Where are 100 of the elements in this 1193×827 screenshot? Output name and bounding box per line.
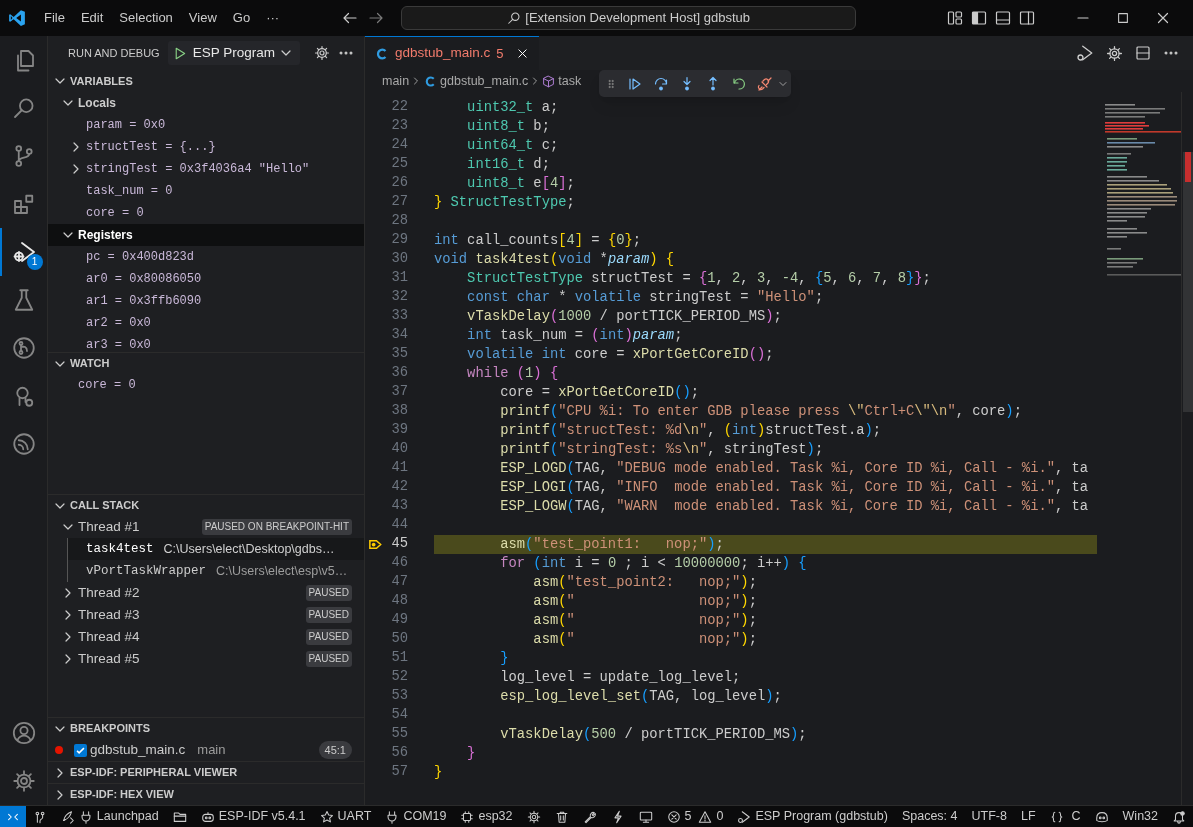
variable-item[interactable]: ar1 = 0x3ffb6090 [86, 292, 202, 310]
menu-item[interactable]: Go [224, 5, 259, 31]
account-icon[interactable] [11, 721, 36, 745]
status-item[interactable]: UART [312, 805, 379, 827]
scope-row[interactable]: Registers [48, 224, 364, 246]
minimap-drawing[interactable] [1105, 104, 1181, 276]
thread-item[interactable]: Thread #4 [78, 626, 140, 648]
settings-icon[interactable] [313, 45, 330, 61]
close-icon[interactable] [1155, 10, 1171, 26]
menu-item[interactable]: Edit [72, 5, 112, 31]
line-number: 23 [390, 117, 408, 136]
menu-item[interactable]: Selection [111, 5, 181, 31]
toggle-secondary-sidebar-icon[interactable] [1019, 10, 1035, 26]
command-center[interactable]: [Extension Development Host] gdbstub [401, 6, 857, 30]
disconnect-icon[interactable] [757, 75, 773, 92]
breadcrumb-item[interactable]: main [382, 71, 410, 91]
variable-item[interactable]: ar0 = 0x80086050 [86, 270, 202, 288]
status-item[interactable]: ESP Program (gdbstub) [730, 805, 895, 827]
stack-frame-row[interactable]: task4test C:\Users\elect\Desktop\gdbs… [67, 538, 364, 560]
panel-title: RUN AND DEBUG [68, 45, 160, 61]
toggle-panel-icon[interactable] [995, 10, 1011, 26]
code-line: const char * volatile stringTest = "Hello"; [466, 290, 824, 305]
variable-item[interactable]: param = 0x0 [86, 116, 166, 134]
split-editor-icon[interactable] [1135, 45, 1151, 61]
section-header[interactable]: CALL STACK [70, 497, 140, 514]
breadcrumb-item[interactable]: gdbstub_main.c [440, 71, 529, 91]
braces-icon [1049, 809, 1064, 824]
menu-item[interactable]: View [180, 5, 225, 31]
status-item[interactable]: Launchpad [53, 805, 166, 827]
status-item[interactable]: Win32 [1115, 805, 1165, 827]
thread-item[interactable]: Thread #5 [78, 648, 140, 670]
search-icon[interactable] [11, 96, 36, 120]
signal-icon[interactable] [11, 432, 36, 456]
breakpoint-file[interactable]: gdbstub_main.c [90, 739, 186, 761]
line-number: 54 [390, 706, 408, 725]
status-item[interactable]: LF [1013, 805, 1043, 827]
step-over-icon[interactable] [653, 75, 669, 92]
toggle-sidebar-icon[interactable] [971, 10, 987, 26]
status-item[interactable]: C [1042, 805, 1088, 827]
scope-label[interactable]: Registers [78, 226, 133, 244]
code-line: } [499, 651, 509, 666]
thread-item[interactable]: Thread #2 [78, 582, 140, 604]
line-number: 22 [390, 98, 408, 117]
extensions-icon[interactable] [11, 192, 36, 216]
thread-state-badge: PAUSED [305, 585, 352, 601]
close-icon[interactable] [515, 47, 529, 60]
variable-item[interactable]: ar2 = 0x0 [86, 314, 151, 332]
layout-icon[interactable] [947, 10, 963, 26]
variable-item[interactable]: task_num = 0 [86, 182, 173, 200]
symbol-icon [542, 74, 556, 88]
menu-item[interactable]: ··· [258, 5, 288, 31]
forward-icon[interactable] [368, 10, 385, 26]
checkbox[interactable] [74, 743, 87, 757]
code-line: } StructTestType; [434, 195, 575, 210]
restart-icon[interactable] [731, 75, 747, 92]
status-item[interactable]: ESP-IDF v5.4.1 [193, 805, 313, 827]
thread-item[interactable]: Thread #3 [78, 604, 140, 626]
variable-item[interactable]: stringTest = 0x3f4036a4 "Hello" [86, 160, 310, 178]
back-icon[interactable] [342, 10, 359, 26]
star-icon [319, 809, 334, 824]
variable-item[interactable]: pc = 0x400d823d [86, 248, 195, 266]
line-number: 51 [390, 649, 408, 668]
maximize-icon[interactable] [1116, 11, 1130, 25]
stack-frame-row[interactable]: vPortTaskWrapper C:\Users\elect\esp\v5… [67, 560, 364, 582]
scrollbar-thumb[interactable] [1183, 152, 1193, 412]
menu-item[interactable]: File [36, 5, 73, 31]
section-header[interactable]: WATCH [70, 355, 110, 372]
frame-function: vPortTaskWrapper [86, 562, 207, 580]
status-item[interactable]: COM19 [378, 805, 454, 827]
run-debug-icon[interactable] [12, 240, 37, 264]
variable-item[interactable]: ar3 = 0x0 [86, 336, 151, 354]
status-item[interactable]: UTF-8 [964, 805, 1014, 827]
copilot-icon [1094, 809, 1109, 824]
watch-item[interactable]: core = 0 [78, 376, 136, 394]
code-line: StructTestType structTest = {1, 2, 3, -4, {5, 6, 7, 8}}; [466, 271, 931, 286]
scope-label[interactable]: Locals [78, 94, 116, 112]
code-line: vTaskDelay(1000 / portTICK_PERIOD_MS); [466, 309, 782, 324]
section-header[interactable]: ESP-IDF: PERIPHERAL VIEWER [70, 764, 238, 781]
merge-icon[interactable] [11, 336, 36, 360]
settings-icon[interactable] [11, 769, 36, 793]
line-number: 57 [390, 763, 408, 782]
variable-item[interactable]: structTest = {...} [86, 138, 216, 156]
section-header[interactable]: BREAKPOINTS [70, 720, 151, 737]
breadcrumb-item[interactable]: task [558, 71, 582, 91]
status-item[interactable]: 5 0 [659, 805, 731, 827]
settings-icon[interactable] [1106, 44, 1123, 62]
line-number: 37 [390, 383, 408, 402]
section-header[interactable]: ESP-IDF: HEX VIEW [70, 786, 174, 803]
app-logo [8, 9, 26, 27]
code-line: int16_t d; [466, 157, 550, 172]
settings-icon [526, 809, 541, 824]
variable-item[interactable]: core = 0 [86, 204, 144, 222]
code-line: uint32_t a; [466, 100, 559, 115]
run-debug-icon[interactable] [1076, 44, 1094, 62]
status-item[interactable]: esp32 [453, 805, 520, 827]
thread-item[interactable]: Thread #1 [78, 516, 140, 538]
breakpoint-arrow-icon[interactable] [367, 537, 383, 552]
remote-button[interactable] [0, 805, 26, 827]
status-item[interactable]: Spaces: 4 [894, 805, 965, 827]
section-header[interactable]: VARIABLES [70, 72, 133, 90]
